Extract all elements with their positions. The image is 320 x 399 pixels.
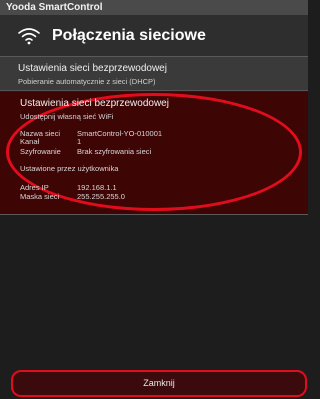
divider <box>0 214 308 215</box>
channel-value: 1 <box>77 137 82 146</box>
network-name-value: SmartControl-YO-010001 <box>77 129 163 138</box>
encryption-value: Brak szyfrowania sieci <box>77 147 152 156</box>
ip-label: Adres IP <box>20 183 49 192</box>
app-title: Yooda SmartControl <box>0 0 308 15</box>
channel-label: Kanał <box>20 137 40 146</box>
hotspot-settings[interactable]: Ustawienia sieci bezprzewodowej Udostępn… <box>0 92 308 214</box>
mask-value: 255.255.255.0 <box>77 192 125 201</box>
mask-label: Maska sieci <box>20 192 60 201</box>
client-network-title: Ustawienia sieci bezprzewodowej <box>18 63 167 74</box>
wifi-icon <box>18 28 40 45</box>
page-header: Połączenia sieciowe <box>0 15 308 57</box>
user-set-label: Ustawione przez użytkownika <box>20 164 119 173</box>
page-title: Połączenia sieciowe <box>52 27 206 44</box>
hotspot-subtitle: Udostępnij własną sieć WiFi <box>20 112 114 121</box>
ip-value: 192.168.1.1 <box>77 183 117 192</box>
close-button[interactable]: Zamknij <box>11 370 307 397</box>
client-network-subtitle: Pobieranie automatycznie z sieci (DHCP) <box>18 77 156 86</box>
encryption-label: Szyfrowanie <box>20 147 61 156</box>
hotspot-title: Ustawienia sieci bezprzewodowej <box>20 98 169 109</box>
client-network-settings[interactable]: Ustawienia sieci bezprzewodowej Pobieran… <box>0 57 308 91</box>
